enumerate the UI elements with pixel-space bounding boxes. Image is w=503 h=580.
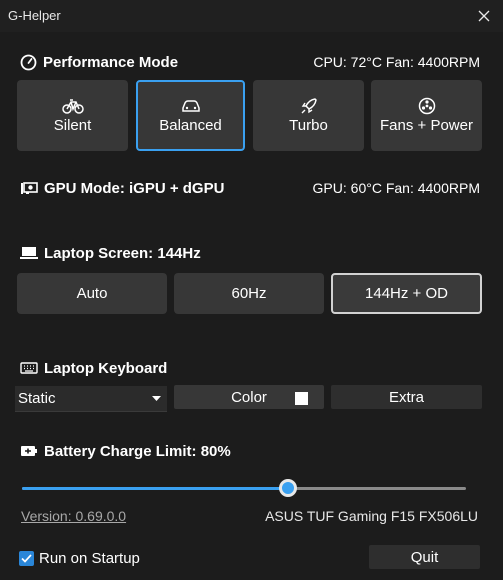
mode-fans-power-label: Fans + Power <box>380 117 473 134</box>
refresh-auto-button[interactable]: Auto <box>17 273 167 314</box>
refresh-144hz-od-button[interactable]: 144Hz + OD <box>331 273 482 314</box>
mode-fans-power-button[interactable]: Fans + Power <box>371 80 482 151</box>
refresh-60hz-button[interactable]: 60Hz <box>174 273 324 314</box>
performance-heading: Performance Mode <box>20 52 178 72</box>
keyboard-extra-button[interactable]: Extra <box>331 385 482 409</box>
battery-heading-text: Battery Charge Limit: 80% <box>44 442 231 460</box>
checkmark-icon <box>21 554 32 563</box>
car-icon <box>180 97 202 115</box>
keyboard-icon <box>20 362 38 374</box>
startup-label: Run on Startup <box>39 550 140 567</box>
battery-heading: Battery Charge Limit: 80% <box>20 441 231 461</box>
gpu-status: GPU: 60°C Fan: 4400RPM <box>312 180 480 196</box>
charge-limit-slider-thumb[interactable] <box>279 479 298 497</box>
keyboard-heading: Laptop Keyboard <box>20 358 167 378</box>
close-icon <box>478 10 490 22</box>
mode-balanced-label: Balanced <box>159 117 222 134</box>
startup-toggle[interactable]: Run on Startup <box>19 550 140 567</box>
bicycle-icon <box>61 97 84 115</box>
rocket-icon <box>299 97 319 115</box>
battery-icon <box>21 446 37 456</box>
version-link[interactable]: Version: 0.69.0.0 <box>21 508 126 524</box>
screen-heading-text: Laptop Screen: 144Hz <box>44 244 201 262</box>
keyboard-color-label: Color <box>231 388 267 406</box>
title-bar <box>0 0 503 32</box>
window-title: G-Helper <box>8 8 61 23</box>
keyboard-color-button[interactable]: Color <box>174 385 324 409</box>
charge-limit-fill <box>22 487 289 490</box>
chevron-down-icon <box>152 395 161 401</box>
laptop-icon <box>20 247 38 259</box>
mode-silent-button[interactable]: Silent <box>17 80 128 151</box>
mode-turbo-button[interactable]: Turbo <box>253 80 364 151</box>
gpu-heading: GPU Mode: iGPU + dGPU <box>20 178 224 198</box>
keyboard-heading-text: Laptop Keyboard <box>44 359 168 377</box>
gpu-heading-text: GPU Mode: iGPU + dGPU <box>44 179 225 197</box>
mode-balanced-button[interactable]: Balanced <box>136 80 245 151</box>
startup-checkbox[interactable] <box>19 551 34 566</box>
gpu-icon <box>21 182 38 194</box>
color-swatch <box>295 392 308 405</box>
laptop-model: ASUS TUF Gaming F15 FX506LU <box>265 508 478 524</box>
mode-silent-label: Silent <box>53 117 92 134</box>
quit-button[interactable]: Quit <box>369 545 480 569</box>
keyboard-mode-value: Static <box>18 390 56 407</box>
mode-turbo-label: Turbo <box>289 117 328 134</box>
performance-heading-text: Performance Mode <box>43 53 179 71</box>
gauge-icon <box>20 54 37 70</box>
keyboard-mode-select[interactable]: Static <box>15 386 167 412</box>
close-button[interactable] <box>470 2 498 30</box>
screen-heading: Laptop Screen: 144Hz <box>20 243 201 263</box>
cpu-status: CPU: 72°C Fan: 4400RPM <box>313 54 480 70</box>
fan-icon <box>418 97 436 115</box>
